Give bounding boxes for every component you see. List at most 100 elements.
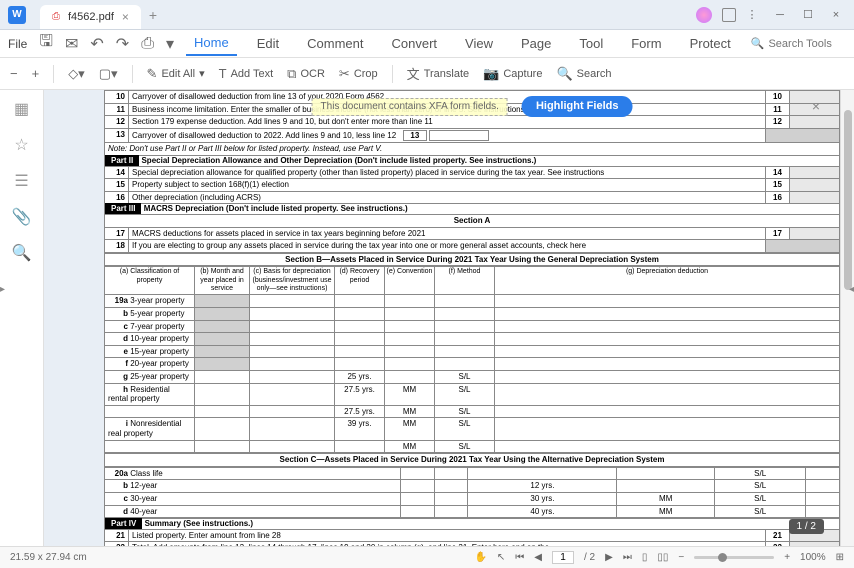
- pdf-icon: ⎙: [52, 11, 60, 22]
- zoom-out-status-icon[interactable]: −: [678, 552, 684, 563]
- part4-title: Summary (See instructions.): [145, 519, 253, 528]
- vertical-scrollbar[interactable]: [840, 90, 854, 546]
- redo-icon[interactable]: ↷: [116, 36, 129, 52]
- first-page-icon[interactable]: ⏮: [515, 552, 524, 563]
- translate-button[interactable]: 文Translate: [407, 64, 469, 83]
- page-total: / 2: [584, 552, 595, 563]
- header-b: (b) Month and year placed in service: [195, 267, 250, 295]
- prev-page-icon[interactable]: ◀: [534, 552, 542, 563]
- line-15: Property subject to section 168(f)(1) el…: [129, 179, 766, 192]
- tab-comment[interactable]: Comment: [299, 32, 371, 55]
- zoom-in-status-icon[interactable]: +: [784, 552, 790, 563]
- bookmark-icon[interactable]: ☆: [13, 136, 31, 154]
- undo-icon[interactable]: ↶: [90, 36, 103, 52]
- section-b: Section B—Assets Placed in Service Durin…: [104, 253, 840, 267]
- single-page-icon[interactable]: ▯: [642, 552, 648, 563]
- zoom-out-icon[interactable]: −: [10, 66, 18, 81]
- tab-protect[interactable]: Protect: [682, 32, 739, 55]
- pdf-page[interactable]: This document contains XFA form fields. …: [104, 90, 840, 546]
- text-icon: T: [219, 66, 227, 81]
- page-dimensions: 21.59 x 27.94 cm: [10, 552, 87, 563]
- close-window-button[interactable]: ×: [824, 5, 848, 25]
- tab-page[interactable]: Page: [513, 32, 559, 55]
- file-menu[interactable]: File: [8, 37, 27, 51]
- more-icon[interactable]: ⋮: [740, 5, 764, 25]
- search-panel-icon[interactable]: 🔍: [13, 244, 31, 262]
- search-icon: 🔍: [556, 66, 572, 82]
- save-icon[interactable]: 🖫: [39, 36, 53, 52]
- outline-icon[interactable]: ☰: [13, 172, 31, 190]
- table-row: MMS/L: [105, 440, 840, 453]
- tab-edit[interactable]: Edit: [249, 32, 287, 55]
- camera-icon: 📷: [483, 66, 499, 82]
- header-e: (e) Convention: [385, 267, 435, 295]
- fit-page-icon[interactable]: ⊞: [836, 552, 844, 563]
- extension-icon[interactable]: [722, 8, 736, 22]
- section-a: Section A: [105, 214, 840, 227]
- add-text-button[interactable]: TAdd Text: [219, 66, 274, 81]
- next-page-icon[interactable]: ▶: [605, 552, 613, 563]
- select-tool-icon[interactable]: ↖: [497, 552, 505, 563]
- tab-tool[interactable]: Tool: [571, 32, 611, 55]
- line-14: Special depreciation allowance for quali…: [129, 166, 766, 179]
- crop-button[interactable]: ✂Crop: [339, 66, 378, 82]
- edit-all-button[interactable]: ✎Edit All▾: [147, 66, 205, 82]
- header-d: (d) Recovery period: [335, 267, 385, 295]
- dropdown-icon[interactable]: ▾: [166, 36, 174, 52]
- table-row: f 20-year property: [105, 358, 840, 371]
- app-icon: W: [8, 6, 26, 24]
- print-icon[interactable]: ⎙: [141, 36, 154, 52]
- part3-label: Part III: [105, 203, 141, 214]
- table-row: h Residential rental property27.5 yrs.MM…: [105, 383, 840, 405]
- crop-icon: ✂: [339, 66, 350, 82]
- close-tab-icon[interactable]: ×: [122, 10, 129, 24]
- line-18: If you are electing to group any assets …: [129, 240, 766, 253]
- table-row: b 12-year12 yrs.S/L: [105, 480, 840, 493]
- part2-label: Part II: [105, 155, 139, 166]
- table-row: b 5-year property: [105, 308, 840, 321]
- search-button[interactable]: 🔍Search: [556, 66, 611, 82]
- expand-left-icon[interactable]: ▸: [0, 284, 5, 295]
- ocr-button[interactable]: ⧉OCR: [287, 66, 325, 82]
- line-12: Section 179 expense deduction. Add lines…: [129, 116, 766, 129]
- live-icon[interactable]: [696, 7, 712, 23]
- ocr-icon: ⧉: [287, 66, 296, 82]
- zoom-slider[interactable]: [694, 556, 774, 559]
- expand-right-icon[interactable]: ◂: [849, 284, 854, 295]
- tab-convert[interactable]: Convert: [384, 32, 446, 55]
- line-16: Other depreciation (including ACRS): [129, 191, 766, 204]
- tab-title: f4562.pdf: [68, 11, 114, 23]
- tab-form[interactable]: Form: [623, 32, 669, 55]
- header-c: (c) Basis for depreciation (business/inv…: [250, 267, 335, 295]
- attachment-icon[interactable]: 📎: [13, 208, 31, 226]
- highlight-fields-button[interactable]: Highlight Fields: [522, 96, 633, 117]
- add-tab-button[interactable]: +: [149, 7, 157, 23]
- zoom-in-icon[interactable]: +: [32, 66, 40, 81]
- line-17: MACRS deductions for assets placed in se…: [129, 227, 766, 240]
- thumbnails-icon[interactable]: ▦: [13, 100, 31, 118]
- last-page-icon[interactable]: ⏭: [623, 552, 632, 563]
- maximize-button[interactable]: ☐: [796, 5, 820, 25]
- tab-view[interactable]: View: [457, 32, 501, 55]
- document-tab[interactable]: ⎙ f4562.pdf ×: [40, 5, 141, 29]
- tab-home[interactable]: Home: [186, 31, 237, 56]
- mail-icon[interactable]: ✉: [65, 36, 78, 52]
- part3-title: MACRS Depreciation (Don't include listed…: [144, 204, 408, 213]
- search-tools-input[interactable]: [768, 38, 848, 50]
- capture-button[interactable]: 📷Capture: [483, 66, 542, 82]
- zoom-level[interactable]: 100%: [800, 552, 826, 563]
- highlight-icon[interactable]: ◇▾: [68, 66, 85, 82]
- translate-icon: 文: [407, 64, 420, 83]
- hand-tool-icon[interactable]: ✋: [474, 552, 486, 563]
- shape-icon[interactable]: ▢▾: [99, 66, 118, 82]
- header-f: (f) Method: [435, 267, 495, 295]
- close-banner-icon[interactable]: ×: [812, 98, 820, 115]
- table-row: g 25-year property25 yrs.S/L: [105, 371, 840, 384]
- continuous-icon[interactable]: ▯▯: [657, 552, 668, 563]
- table-row: i Nonresidential real property39 yrs.MMS…: [105, 418, 840, 440]
- page-input[interactable]: [552, 551, 574, 564]
- minimize-button[interactable]: ─: [768, 5, 792, 25]
- scrollbar-thumb[interactable]: [844, 110, 852, 290]
- pencil-icon: ✎: [147, 66, 158, 82]
- part2-title: Special Depreciation Allowance and Other…: [141, 156, 536, 165]
